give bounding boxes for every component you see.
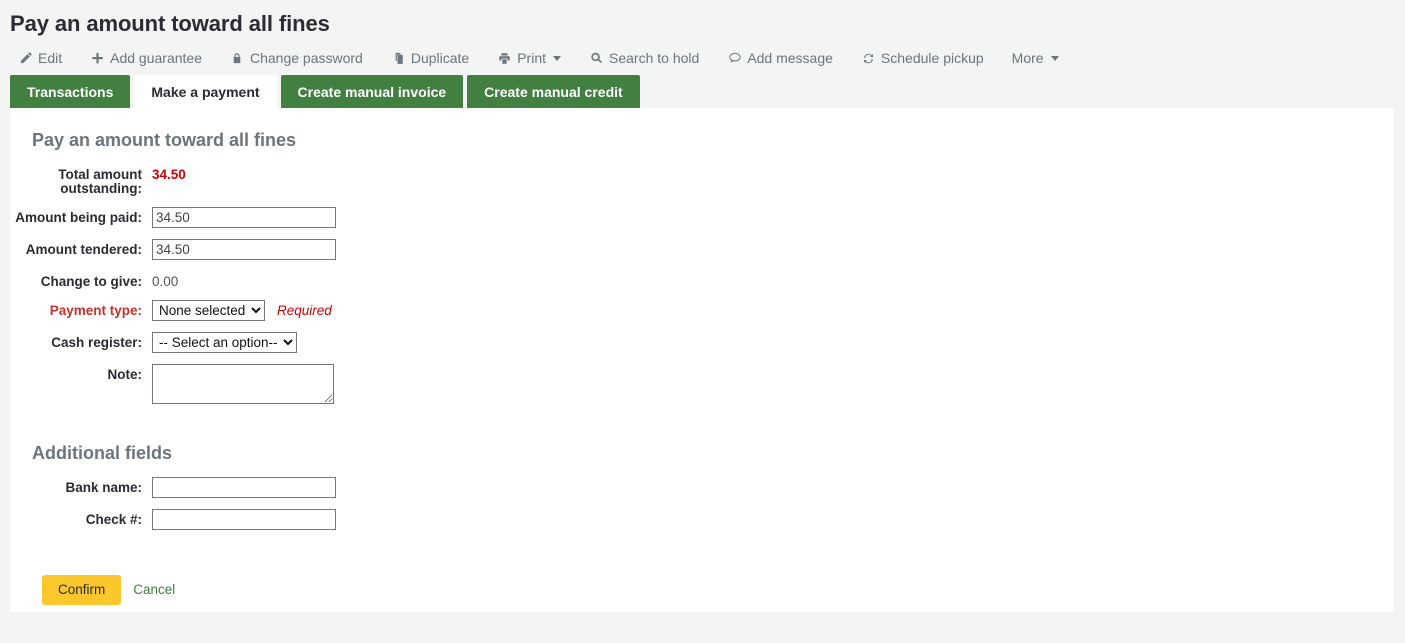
tab-label: Transactions: [27, 84, 113, 100]
field-row-check-number: Check #:: [10, 509, 1393, 530]
cash-register-select[interactable]: -- Select an option--: [152, 332, 297, 353]
amount-being-paid-input[interactable]: [152, 207, 336, 228]
amount-tendered-label: Amount tendered:: [10, 239, 152, 257]
bank-name-label: Bank name:: [10, 477, 152, 495]
toolbar-button-add-guarantee[interactable]: Add guarantee: [90, 51, 202, 66]
chevron-down-icon: [1051, 56, 1059, 61]
toolbar-button-label: Edit: [38, 51, 62, 65]
main-content-panel: Pay an amount toward all fines Total amo…: [10, 108, 1393, 612]
amount-tendered-input[interactable]: [152, 239, 336, 260]
toolbar-button-more[interactable]: More: [1012, 51, 1059, 65]
field-row-amount-being-paid: Amount being paid:: [10, 207, 1393, 228]
page-title: Pay an amount toward all fines: [0, 0, 1405, 37]
change-to-give-label: Change to give:: [10, 271, 152, 289]
comment-icon: [727, 51, 742, 66]
note-label: Note:: [10, 364, 152, 382]
tab-create-manual-credit[interactable]: Create manual credit: [467, 75, 640, 108]
plus-icon: [90, 51, 105, 66]
additional-fields-form: Bank name: Check #:: [10, 464, 1393, 530]
cash-register-label: Cash register:: [10, 332, 152, 350]
toolbar-button-duplicate[interactable]: Duplicate: [391, 51, 469, 66]
form-actions: Confirm Cancel: [10, 541, 1393, 605]
tab-label: Create manual credit: [484, 84, 623, 100]
toolbar-button-label: Print: [517, 51, 546, 65]
additional-fields-heading: Additional fields: [10, 415, 1393, 464]
field-row-change-to-give: Change to give: 0.00: [10, 271, 1393, 289]
bank-name-input[interactable]: [152, 477, 336, 498]
toolbar-button-search-to-hold[interactable]: Search to hold: [589, 51, 699, 66]
payment-type-control-group: None selected Required: [152, 300, 332, 321]
copy-icon: [391, 51, 406, 66]
pencil-icon: [18, 51, 33, 66]
cancel-link[interactable]: Cancel: [133, 582, 175, 597]
check-number-label: Check #:: [10, 509, 152, 527]
confirm-button[interactable]: Confirm: [42, 575, 121, 605]
toolbar-button-label: Add message: [747, 51, 833, 65]
field-row-cash-register: Cash register: -- Select an option--: [10, 332, 1393, 353]
change-to-give-value: 0.00: [152, 271, 178, 289]
field-row-note: Note:: [10, 364, 1393, 404]
payment-type-required-note: Required: [277, 300, 332, 318]
action-toolbar: Edit Add guarantee Change password Dupli…: [0, 37, 1405, 67]
tab-make-a-payment[interactable]: Make a payment: [134, 75, 276, 108]
toolbar-button-label: Add guarantee: [110, 51, 202, 65]
chevron-down-icon: [553, 56, 561, 61]
total-outstanding-value: 34.50: [152, 164, 186, 182]
refresh-icon: [861, 51, 876, 66]
search-icon: [589, 51, 604, 66]
field-row-bank-name: Bank name:: [10, 477, 1393, 498]
toolbar-button-edit[interactable]: Edit: [18, 51, 62, 66]
lock-icon: [230, 51, 245, 66]
tab-transactions[interactable]: Transactions: [10, 75, 130, 108]
field-row-payment-type: Payment type: None selected Required: [10, 300, 1393, 321]
total-outstanding-label: Total amount outstanding:: [10, 164, 152, 196]
tab-label: Make a payment: [151, 84, 259, 100]
toolbar-button-schedule-pickup[interactable]: Schedule pickup: [861, 51, 984, 66]
toolbar-button-label: Duplicate: [411, 51, 469, 65]
toolbar-button-label: Schedule pickup: [881, 51, 984, 65]
tab-create-manual-invoice[interactable]: Create manual invoice: [281, 75, 464, 108]
printer-icon: [497, 51, 512, 66]
check-number-input[interactable]: [152, 509, 336, 530]
field-row-amount-tendered: Amount tendered:: [10, 239, 1393, 260]
toolbar-button-add-message[interactable]: Add message: [727, 51, 833, 66]
payment-type-label: Payment type:: [10, 300, 152, 318]
form-heading: Pay an amount toward all fines: [10, 108, 1393, 151]
note-textarea[interactable]: [152, 364, 334, 404]
payment-form: Total amount outstanding: 34.50 Amount b…: [10, 151, 1393, 404]
tab-bar: Transactions Make a payment Create manua…: [10, 75, 1405, 108]
field-row-total-outstanding: Total amount outstanding: 34.50: [10, 164, 1393, 196]
toolbar-button-label: Search to hold: [609, 51, 699, 65]
amount-being-paid-label: Amount being paid:: [10, 207, 152, 225]
toolbar-button-label: Change password: [250, 51, 363, 65]
toolbar-button-print[interactable]: Print: [497, 51, 561, 66]
tab-label: Create manual invoice: [298, 84, 447, 100]
toolbar-button-change-password[interactable]: Change password: [230, 51, 363, 66]
toolbar-button-label: More: [1012, 51, 1044, 65]
payment-type-select[interactable]: None selected: [152, 300, 265, 321]
